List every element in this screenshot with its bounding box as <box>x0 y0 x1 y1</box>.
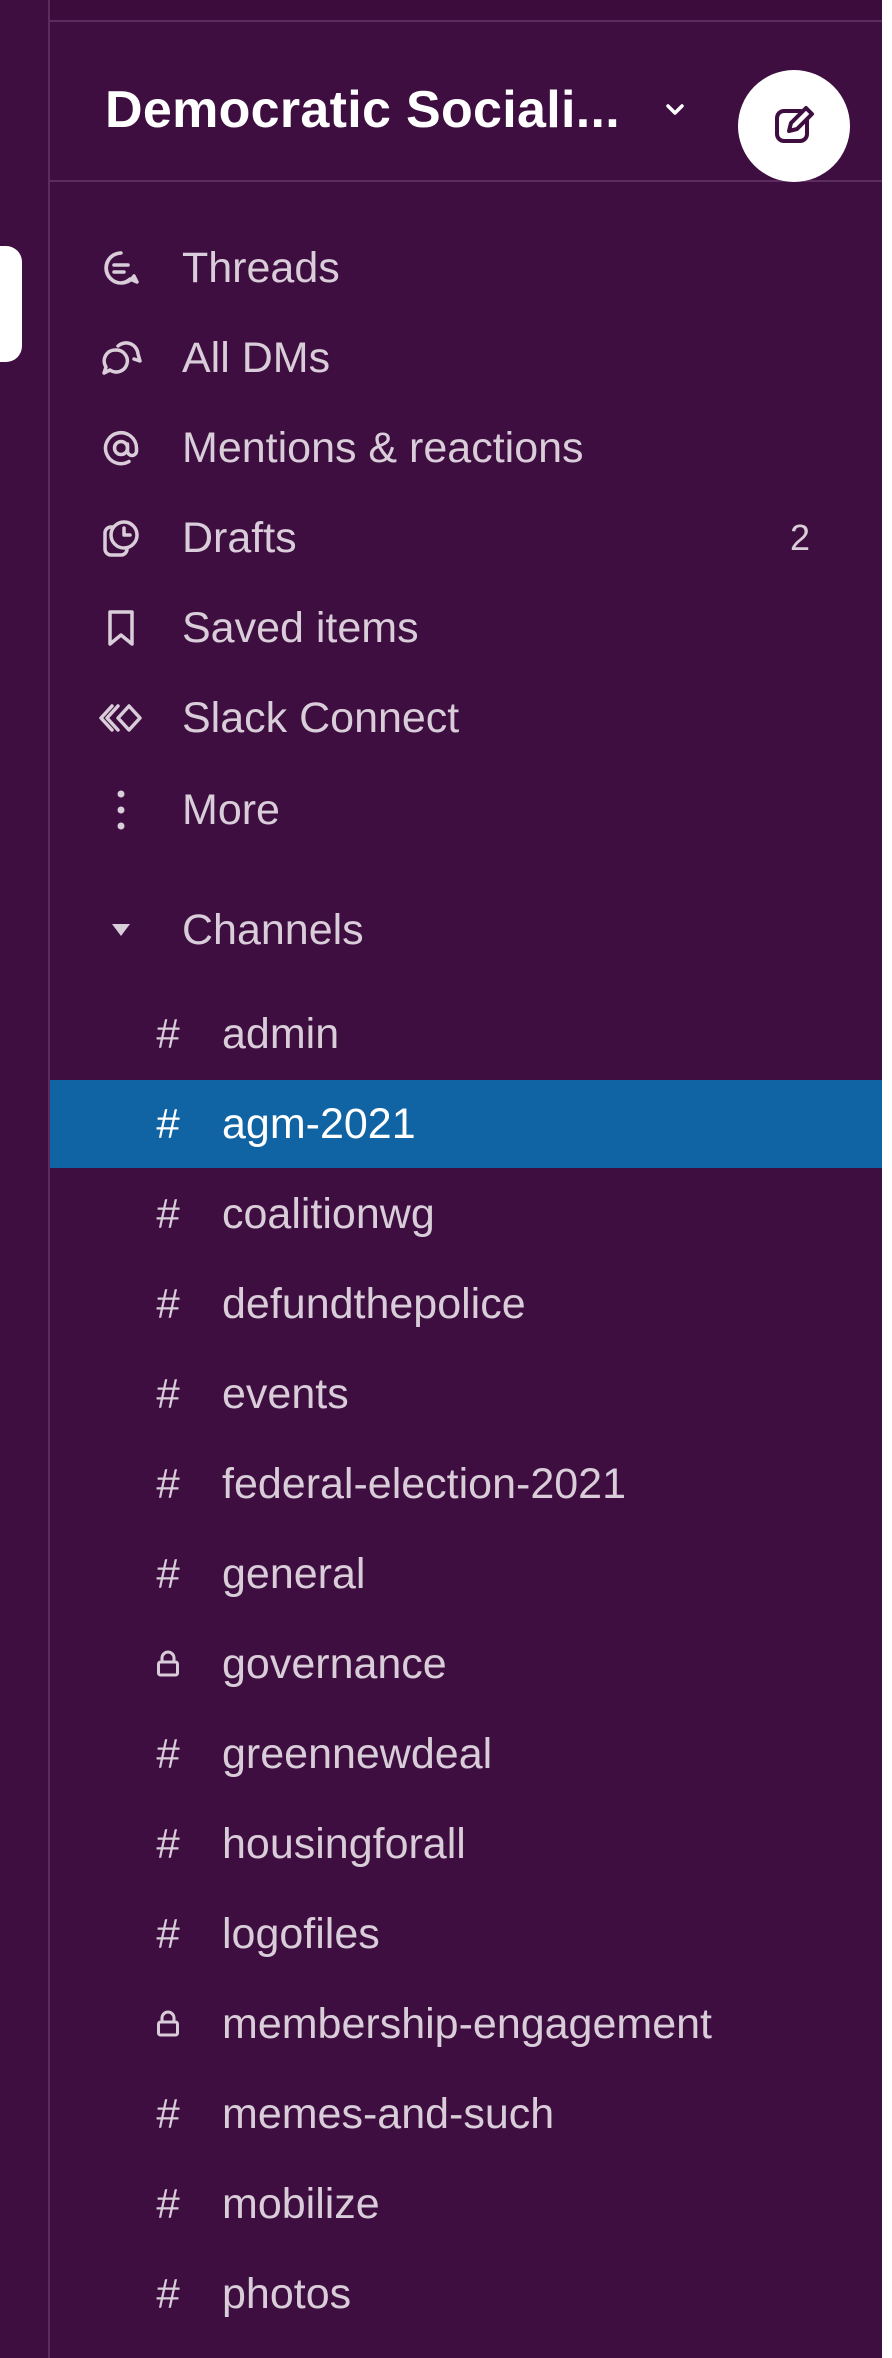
channel-name: agm-2021 <box>222 1099 416 1148</box>
nav-label: Drafts <box>182 513 297 562</box>
channel-item[interactable]: # defundthepolice <box>50 1260 882 1348</box>
sidebar-top-strip <box>50 0 882 22</box>
hash-icon: # <box>156 1820 180 1867</box>
channel-name: greennewdeal <box>222 1729 493 1778</box>
bookmark-icon <box>98 605 144 651</box>
channel-item[interactable]: # federal-election-2021 <box>50 1440 882 1528</box>
nav-label: Mentions & reactions <box>182 423 584 472</box>
workspace-header: Democratic Sociali... <box>50 22 882 182</box>
channel-item[interactable]: governance <box>50 1620 882 1708</box>
channel-name: governance <box>222 1639 447 1688</box>
channel-item[interactable]: # events <box>50 1350 882 1438</box>
hash-icon: # <box>156 1280 180 1327</box>
lock-icon <box>150 2010 186 2038</box>
nav-label: All DMs <box>182 333 331 382</box>
channel-name: defundthepolice <box>222 1279 526 1328</box>
nav-label: Slack Connect <box>182 693 460 742</box>
nav-label: More <box>182 785 280 834</box>
nav-item-all-dms[interactable]: All DMs <box>50 318 882 398</box>
hash-icon: # <box>156 1100 180 1147</box>
channel-name: mobilize <box>222 2179 380 2228</box>
channel-item[interactable]: # housingforall <box>50 1800 882 1888</box>
threads-icon <box>98 245 144 291</box>
caret-down-icon[interactable] <box>98 907 144 953</box>
channels-section-header[interactable]: Channels <box>50 890 882 970</box>
workspace-name[interactable]: Democratic Sociali... <box>105 80 620 140</box>
sidebar: Democratic Sociali... Threads All DMs Me… <box>50 0 882 2358</box>
hash-icon: # <box>156 1550 180 1597</box>
nav-label: Threads <box>182 243 340 292</box>
channel-item[interactable]: # general <box>50 1530 882 1618</box>
nav-item-mentions[interactable]: Mentions & reactions <box>50 408 882 488</box>
slack-connect-icon <box>98 695 144 741</box>
drafts-icon <box>98 515 144 561</box>
channel-item[interactable]: # admin <box>50 990 882 1078</box>
hash-icon: # <box>156 1190 180 1237</box>
app-frame: Democratic Sociali... Threads All DMs Me… <box>0 0 892 2358</box>
more-vertical-icon <box>98 787 144 833</box>
channel-name: general <box>222 1549 366 1598</box>
nav-label: Saved items <box>182 603 419 652</box>
nav-item-saved[interactable]: Saved items <box>50 588 882 668</box>
channel-name: photos <box>222 2269 352 2318</box>
channel-item[interactable]: # logofiles <box>50 1890 882 1978</box>
channel-item[interactable]: # agm-2021 <box>50 1080 882 1168</box>
lock-icon <box>150 1650 186 1678</box>
at-sign-icon <box>98 425 144 471</box>
hash-icon: # <box>156 1910 180 1957</box>
channel-name: admin <box>222 1009 340 1058</box>
channel-item[interactable]: # photos <box>50 2250 882 2338</box>
hash-icon: # <box>156 2090 180 2137</box>
channel-item[interactable]: # mobilize <box>50 2160 882 2248</box>
nav-item-more[interactable]: More <box>50 770 882 850</box>
hash-icon: # <box>156 2270 180 2317</box>
drafts-count-badge: 2 <box>789 517 810 558</box>
hash-icon: # <box>156 1370 180 1417</box>
channel-name: logofiles <box>222 1909 380 1958</box>
channel-item[interactable]: # memes-and-such <box>50 2070 882 2158</box>
workspace-switcher-handle[interactable] <box>0 246 22 362</box>
channel-name: federal-election-2021 <box>222 1459 626 1508</box>
channel-item[interactable]: # greennewdeal <box>50 1710 882 1798</box>
chevron-down-icon[interactable] <box>663 100 687 120</box>
hash-icon: # <box>156 2180 180 2227</box>
compose-button[interactable] <box>738 70 850 182</box>
channel-name: memes-and-such <box>222 2089 555 2138</box>
hash-icon: # <box>156 1460 180 1507</box>
nav-item-drafts[interactable]: Drafts 2 <box>50 498 882 578</box>
nav-item-slack-connect[interactable]: Slack Connect <box>50 678 882 758</box>
channels-section-label: Channels <box>182 905 364 954</box>
hash-icon: # <box>156 1010 180 1057</box>
nav-item-threads[interactable]: Threads <box>50 228 882 308</box>
pencil-square-icon <box>775 106 814 143</box>
channel-name: housingforall <box>222 1819 466 1868</box>
hash-icon: # <box>156 1730 180 1777</box>
dms-icon <box>98 335 144 381</box>
channel-name: events <box>222 1369 349 1418</box>
channel-item[interactable]: # coalitionwg <box>50 1170 882 1258</box>
channel-name: membership-engagement <box>222 1999 712 2048</box>
channel-item[interactable]: membership-engagement <box>50 1980 882 2068</box>
channel-name: coalitionwg <box>222 1189 435 1238</box>
